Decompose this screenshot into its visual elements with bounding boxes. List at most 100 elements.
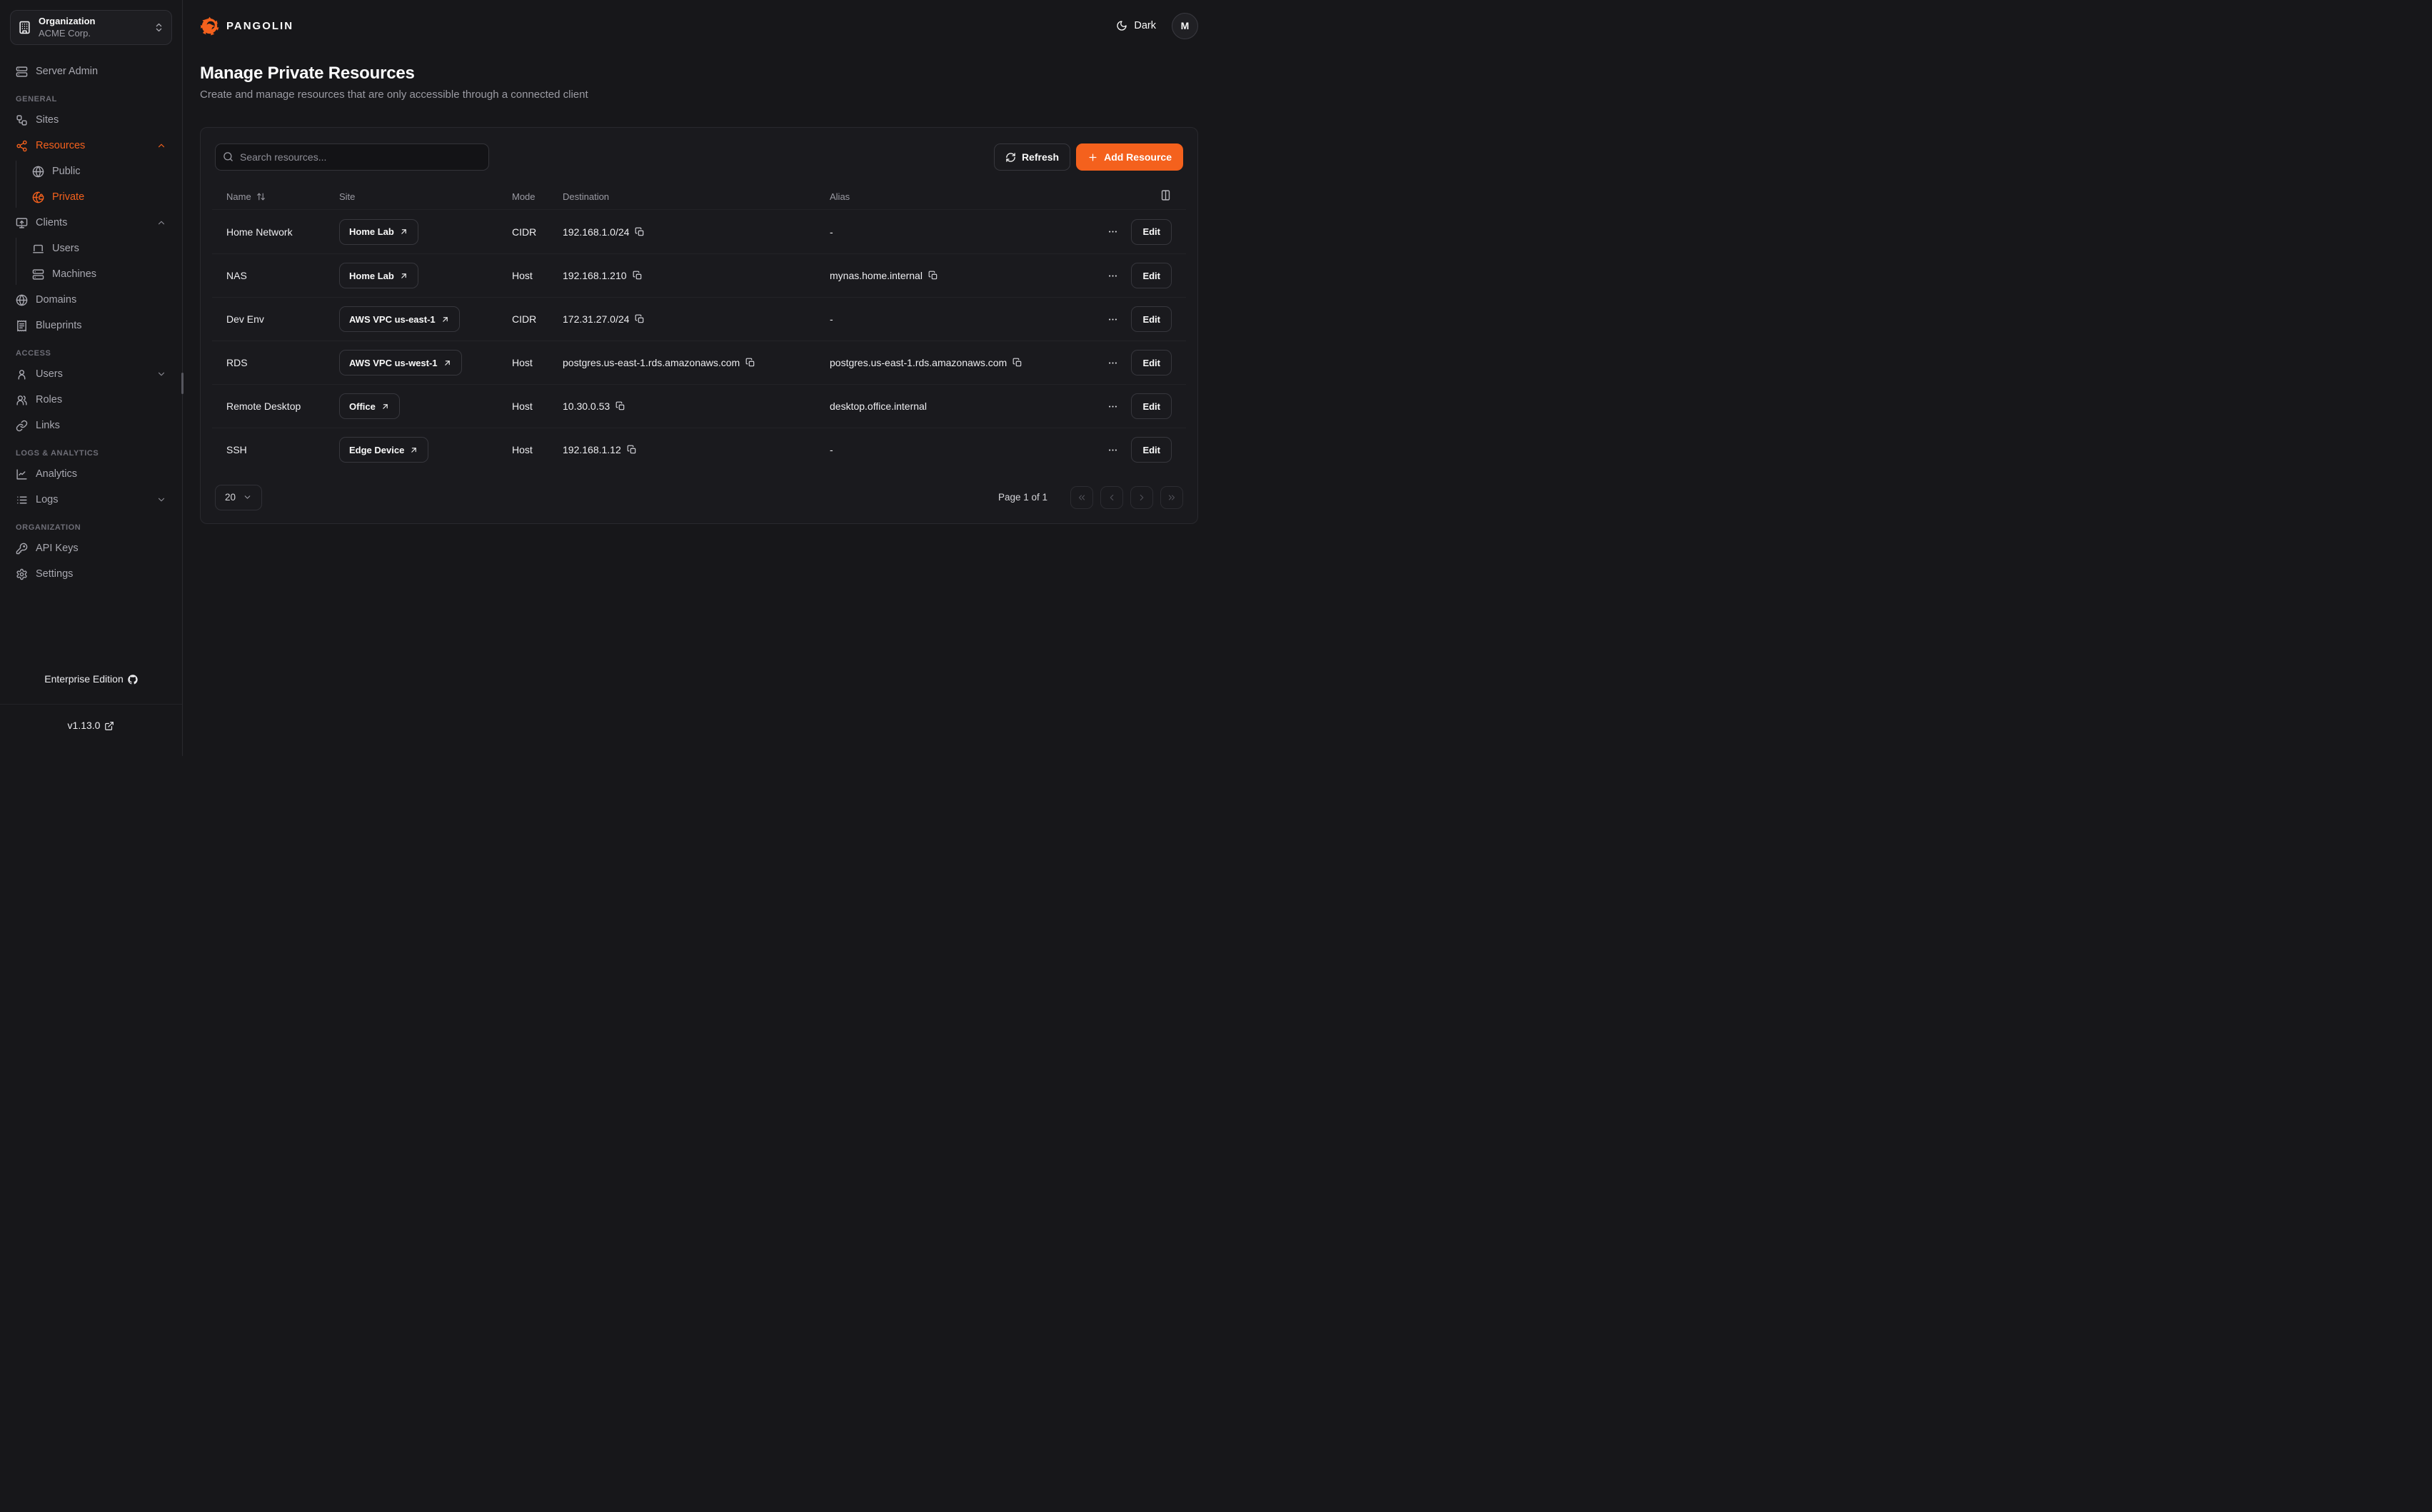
copy-destination-button[interactable]: [635, 227, 645, 237]
site-link-button[interactable]: AWS VPC us-east-1: [339, 306, 460, 332]
column-header-actions: [1065, 189, 1172, 203]
site-link-button[interactable]: Edge Device: [339, 437, 428, 463]
more-actions-button[interactable]: [1107, 445, 1118, 455]
ellipsis-icon: [1107, 358, 1118, 368]
destination-cell: 192.168.1.210: [563, 270, 830, 281]
copy-destination-button[interactable]: [635, 314, 645, 324]
actions-cell: Edit: [1065, 350, 1172, 376]
chevron-down-icon[interactable]: [156, 495, 166, 505]
edit-button[interactable]: Edit: [1131, 437, 1172, 463]
edit-button[interactable]: Edit: [1131, 306, 1172, 332]
sidebar-item-logs[interactable]: Logs: [10, 489, 172, 510]
sidebar-item-public[interactable]: Public: [26, 161, 172, 182]
avatar[interactable]: M: [1172, 13, 1198, 39]
sidebar-item-blueprints[interactable]: Blueprints: [10, 315, 172, 336]
sidebar-section-label: LOGS & ANALYTICS: [16, 449, 166, 458]
main-content: PANGOLIN Dark M Manage Private Resources…: [183, 0, 1216, 756]
ellipsis-icon: [1107, 401, 1118, 412]
app-root: Organization ACME Corp. Server AdminGENE…: [0, 0, 1216, 756]
sidebar-item-label: Roles: [36, 394, 62, 405]
top-actions: Dark M: [1116, 13, 1198, 39]
copy-destination-button[interactable]: [615, 401, 625, 411]
gear-icon: [16, 568, 28, 580]
edit-button[interactable]: Edit: [1131, 219, 1172, 245]
sidebar-item-domains[interactable]: Domains: [10, 289, 172, 311]
mode-cell: Host: [512, 400, 563, 412]
chevron-up-icon[interactable]: [156, 218, 166, 228]
last-page-button[interactable]: [1160, 486, 1183, 509]
table-row: RDSAWS VPC us-west-1Hostpostgres.us-east…: [212, 341, 1186, 384]
first-page-button[interactable]: [1070, 486, 1093, 509]
sidebar-item-label: Server Admin: [36, 66, 98, 77]
sidebar-item-label: Resources: [36, 140, 85, 151]
sidebar-item-server-admin[interactable]: Server Admin: [10, 61, 172, 82]
sidebar-item-analytics[interactable]: Analytics: [10, 463, 172, 485]
site-link-button[interactable]: Home Lab: [339, 263, 418, 288]
site-link-button[interactable]: Home Lab: [339, 219, 418, 245]
next-page-button[interactable]: [1130, 486, 1153, 509]
edit-button[interactable]: Edit: [1131, 393, 1172, 419]
chevron-down-icon[interactable]: [156, 369, 166, 379]
actions-cell: Edit: [1065, 219, 1172, 245]
edit-button[interactable]: Edit: [1131, 263, 1172, 288]
sidebar-item-machines[interactable]: Machines: [26, 263, 172, 285]
sidebar-item-label: Logs: [36, 494, 58, 505]
theme-label: Dark: [1134, 20, 1156, 31]
org-selector-label: Organization: [39, 16, 146, 27]
sidebar-item-resources[interactable]: Resources: [10, 135, 172, 156]
sidebar-section-label: ORGANIZATION: [16, 523, 166, 532]
more-actions-button[interactable]: [1107, 314, 1118, 325]
ellipsis-icon: [1107, 314, 1118, 325]
pangolin-logo-icon: [200, 16, 219, 36]
org-text: Organization ACME Corp.: [39, 16, 146, 39]
site-link-button[interactable]: AWS VPC us-west-1: [339, 350, 462, 376]
more-actions-button[interactable]: [1107, 271, 1118, 281]
sort-arrows-icon[interactable]: [256, 192, 266, 201]
edit-button[interactable]: Edit: [1131, 350, 1172, 376]
sidebar-item-sites[interactable]: Sites: [10, 109, 172, 131]
sidebar-item-clients[interactable]: Clients: [10, 212, 172, 233]
copy-icon: [1013, 358, 1022, 368]
edition-row[interactable]: Enterprise Edition: [0, 657, 182, 701]
sidebar-item-label: Links: [36, 420, 60, 431]
copy-destination-button[interactable]: [745, 358, 755, 368]
sidebar-item-roles[interactable]: Roles: [10, 389, 172, 410]
org-selector[interactable]: Organization ACME Corp.: [10, 10, 172, 45]
toggle-columns-button[interactable]: [1160, 189, 1172, 203]
page-size-value: 20: [225, 492, 236, 503]
alias-value: -: [830, 226, 833, 238]
sidebar-item-links[interactable]: Links: [10, 415, 172, 436]
sidebar-item-settings[interactable]: Settings: [10, 563, 172, 585]
site-link-button[interactable]: Office: [339, 393, 400, 419]
chevron-down-icon: [243, 493, 252, 502]
sidebar-nav: Server AdminGENERALSitesResourcesPublicP…: [10, 61, 172, 585]
copy-alias-button[interactable]: [928, 271, 938, 281]
version-row[interactable]: v1.13.0: [0, 704, 182, 747]
sites-icon: [16, 114, 28, 126]
theme-toggle[interactable]: Dark: [1116, 20, 1156, 31]
building-icon: [18, 21, 31, 34]
more-actions-button[interactable]: [1107, 226, 1118, 237]
column-header-mode: Mode: [512, 191, 563, 202]
destination-cell: 10.30.0.53: [563, 400, 830, 412]
sidebar-item-client-users[interactable]: Users: [26, 238, 172, 259]
server-icon: [16, 66, 28, 78]
copy-alias-button[interactable]: [1013, 358, 1022, 368]
destination-cell: 172.31.27.0/24: [563, 313, 830, 325]
sidebar-item-users[interactable]: Users: [10, 363, 172, 385]
search-input[interactable]: [215, 143, 489, 171]
more-actions-button[interactable]: [1107, 358, 1118, 368]
copy-destination-button[interactable]: [627, 445, 637, 455]
sidebar-item-private[interactable]: Private: [26, 186, 172, 208]
copy-destination-button[interactable]: [633, 271, 643, 281]
sidebar-item-api-keys[interactable]: API Keys: [10, 538, 172, 559]
refresh-button[interactable]: Refresh: [994, 143, 1070, 171]
chevron-up-icon[interactable]: [156, 141, 166, 151]
more-actions-button[interactable]: [1107, 401, 1118, 412]
page-size-select[interactable]: 20: [215, 485, 262, 510]
ellipsis-icon: [1107, 445, 1118, 455]
prev-page-button[interactable]: [1100, 486, 1123, 509]
add-resource-button[interactable]: Add Resource: [1076, 143, 1183, 171]
site-name: Home Lab: [349, 271, 394, 281]
chevrons-right-icon: [1167, 493, 1177, 503]
